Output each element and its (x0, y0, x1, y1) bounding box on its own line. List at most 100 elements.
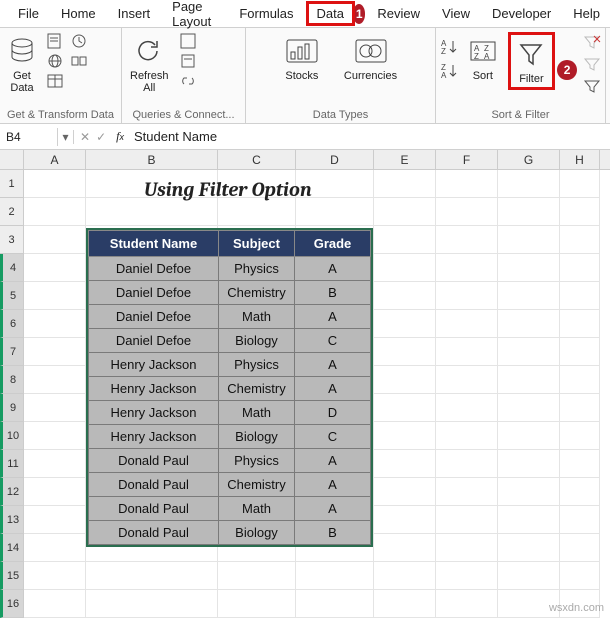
table-cell[interactable]: Math (219, 305, 295, 329)
cell-H3[interactable] (560, 226, 600, 254)
row-header-15[interactable]: 15 (0, 562, 24, 590)
table-cell[interactable]: C (295, 425, 371, 449)
table-cell[interactable]: A (295, 353, 371, 377)
cell-G5[interactable] (498, 282, 560, 310)
row-header-11[interactable]: 11 (0, 450, 24, 478)
table-row[interactable]: Henry JacksonChemistryA (89, 377, 371, 401)
from-web-icon[interactable] (46, 52, 64, 70)
cancel-formula-icon[interactable]: ✕ (80, 130, 90, 144)
cell-F16[interactable] (436, 590, 498, 618)
cell-A7[interactable] (24, 338, 86, 366)
formula-bar[interactable]: Student Name (128, 127, 610, 146)
tab-review[interactable]: Review (367, 2, 430, 25)
cell-F1[interactable] (436, 170, 498, 198)
clear-filter-icon[interactable] (583, 34, 601, 52)
table-cell[interactable]: Daniel Defoe (89, 281, 219, 305)
edit-links-icon[interactable] (179, 72, 197, 90)
row-header-5[interactable]: 5 (0, 282, 24, 310)
row-header-4[interactable]: 4 (0, 254, 24, 282)
cell-G15[interactable] (498, 562, 560, 590)
queries-icon[interactable] (179, 32, 197, 50)
row-header-1[interactable]: 1 (0, 170, 24, 198)
cell-F9[interactable] (436, 394, 498, 422)
cell-G10[interactable] (498, 422, 560, 450)
row-header-6[interactable]: 6 (0, 310, 24, 338)
table-cell[interactable]: Biology (219, 425, 295, 449)
refresh-all-button[interactable]: Refresh All (126, 32, 173, 96)
row-header-3[interactable]: 3 (0, 226, 24, 254)
cell-G2[interactable] (498, 198, 560, 226)
tab-formulas[interactable]: Formulas (229, 2, 303, 25)
cell-F13[interactable] (436, 506, 498, 534)
existing-conn-icon[interactable] (70, 52, 88, 70)
cell-G9[interactable] (498, 394, 560, 422)
cell-A10[interactable] (24, 422, 86, 450)
row-header-16[interactable]: 16 (0, 590, 24, 618)
fx-icon[interactable]: fx (112, 129, 128, 144)
table-cell[interactable]: Donald Paul (89, 449, 219, 473)
cell-E15[interactable] (374, 562, 436, 590)
table-cell[interactable]: A (295, 449, 371, 473)
row-header-14[interactable]: 14 (0, 534, 24, 562)
recent-sources-icon[interactable] (70, 32, 88, 50)
tab-developer[interactable]: Developer (482, 2, 561, 25)
col-header-H[interactable]: H (560, 150, 600, 169)
select-all-corner[interactable] (0, 150, 24, 169)
cell-A16[interactable] (24, 590, 86, 618)
table-row[interactable]: Donald PaulChemistryA (89, 473, 371, 497)
cell-G13[interactable] (498, 506, 560, 534)
advanced-icon[interactable] (583, 78, 601, 96)
cell-F10[interactable] (436, 422, 498, 450)
table-row[interactable]: Daniel DefoePhysicsA (89, 257, 371, 281)
sort-asc-icon[interactable]: AZ (440, 38, 458, 56)
cell-B2[interactable] (86, 198, 218, 226)
row-header-13[interactable]: 13 (0, 506, 24, 534)
table-row[interactable]: Daniel DefoeBiologyC (89, 329, 371, 353)
from-text-icon[interactable] (46, 32, 64, 50)
col-header-F[interactable]: F (436, 150, 498, 169)
cell-D16[interactable] (296, 590, 374, 618)
cell-H15[interactable] (560, 562, 600, 590)
cell-H8[interactable] (560, 366, 600, 394)
cell-A11[interactable] (24, 450, 86, 478)
cell-F6[interactable] (436, 310, 498, 338)
tab-home[interactable]: Home (51, 2, 106, 25)
table-cell[interactable]: D (295, 401, 371, 425)
get-data-button[interactable]: Get Data (4, 32, 40, 96)
cell-C2[interactable] (218, 198, 296, 226)
tab-page-layout[interactable]: Page Layout (162, 0, 227, 33)
table-row[interactable]: Donald PaulBiologyB (89, 521, 371, 545)
cell-H5[interactable] (560, 282, 600, 310)
table-cell[interactable]: Physics (219, 353, 295, 377)
col-header-E[interactable]: E (374, 150, 436, 169)
cell-E3[interactable] (374, 226, 436, 254)
table-cell[interactable]: A (295, 473, 371, 497)
table-cell[interactable]: Chemistry (219, 281, 295, 305)
cell-E7[interactable] (374, 338, 436, 366)
cell-F15[interactable] (436, 562, 498, 590)
table-cell[interactable]: C (295, 329, 371, 353)
tab-file[interactable]: File (8, 2, 49, 25)
enter-formula-icon[interactable]: ✓ (96, 130, 106, 144)
row-header-12[interactable]: 12 (0, 478, 24, 506)
table-cell[interactable]: Donald Paul (89, 521, 219, 545)
cell-H11[interactable] (560, 450, 600, 478)
worksheet-grid[interactable]: A B C D E F G H 12345678910111213141516 … (0, 150, 610, 618)
table-row[interactable]: Henry JacksonBiologyC (89, 425, 371, 449)
table-cell[interactable]: Henry Jackson (89, 353, 219, 377)
table-cell[interactable]: A (295, 305, 371, 329)
cell-G8[interactable] (498, 366, 560, 394)
cell-H12[interactable] (560, 478, 600, 506)
th-subject[interactable]: Subject (219, 231, 295, 257)
cell-A12[interactable] (24, 478, 86, 506)
cell-H13[interactable] (560, 506, 600, 534)
cell-F4[interactable] (436, 254, 498, 282)
cell-B16[interactable] (86, 590, 218, 618)
cell-G3[interactable] (498, 226, 560, 254)
cell-E12[interactable] (374, 478, 436, 506)
table-cell[interactable]: Henry Jackson (89, 401, 219, 425)
name-box-dropdown[interactable]: ▾ (58, 130, 74, 144)
cell-H9[interactable] (560, 394, 600, 422)
sort-button[interactable]: AZZA Sort (464, 32, 502, 84)
cell-G4[interactable] (498, 254, 560, 282)
